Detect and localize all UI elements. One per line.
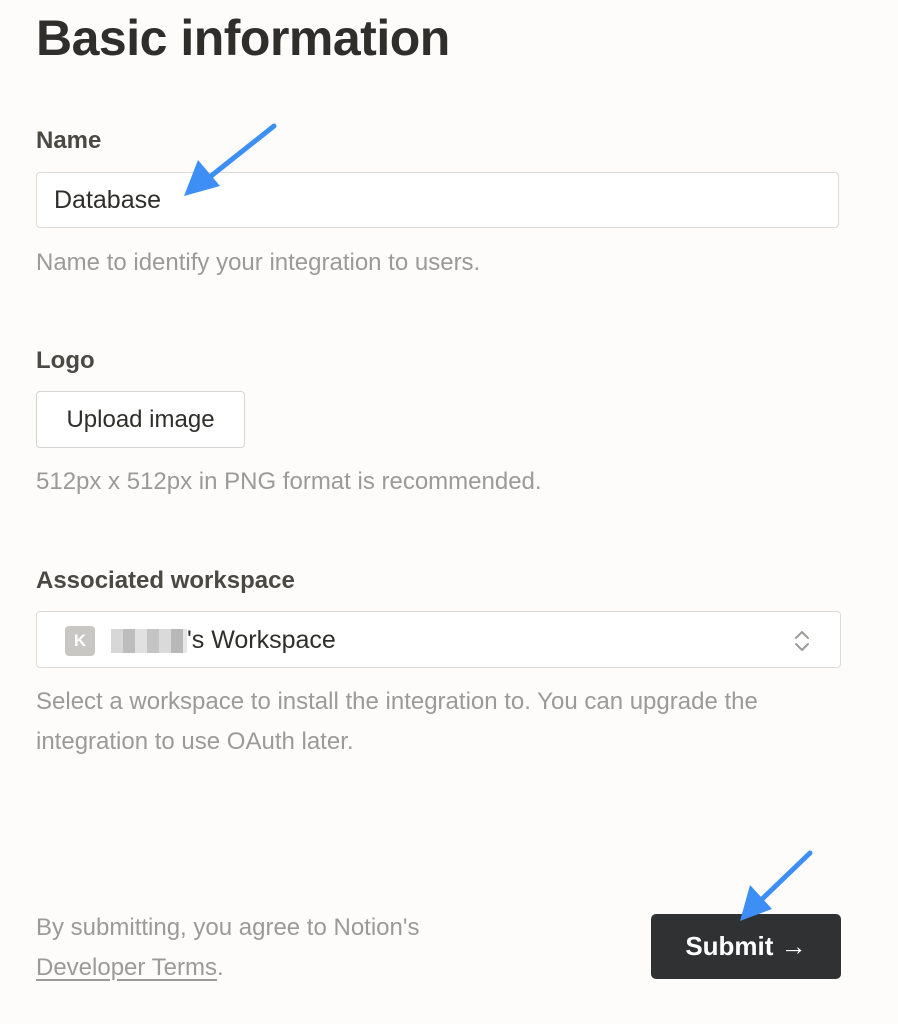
chevron-up-down-icon: [795, 631, 809, 651]
submit-button[interactable]: Submit →: [651, 914, 841, 979]
basic-information-form: Basic information Name Name to identify …: [36, 0, 841, 1024]
page-title: Basic information: [36, 10, 450, 66]
terms-prefix: By submitting, you agree to Notion's: [36, 914, 420, 941]
redacted-workspace-owner: [111, 629, 187, 653]
workspace-help-text: Select a workspace to install the integr…: [36, 688, 758, 755]
logo-help-text: 512px x 512px in PNG format is recommend…: [36, 468, 542, 495]
name-input[interactable]: [36, 172, 839, 228]
upload-image-button[interactable]: Upload image: [36, 391, 245, 448]
workspace-avatar: K: [65, 626, 95, 656]
workspace-selected-value: 's Workspace: [187, 626, 336, 654]
name-help-text: Name to identify your integration to use…: [36, 249, 481, 276]
name-label: Name: [36, 127, 102, 154]
terms-suffix: .: [216, 954, 224, 981]
terms-text: By submitting, you agree to Notion's Dev…: [36, 908, 556, 988]
logo-label: Logo: [36, 347, 95, 374]
developer-terms-link[interactable]: Developer Terms: [36, 954, 217, 981]
workspace-select[interactable]: K 's Workspace: [36, 611, 841, 668]
workspace-label: Associated workspace: [36, 567, 295, 594]
